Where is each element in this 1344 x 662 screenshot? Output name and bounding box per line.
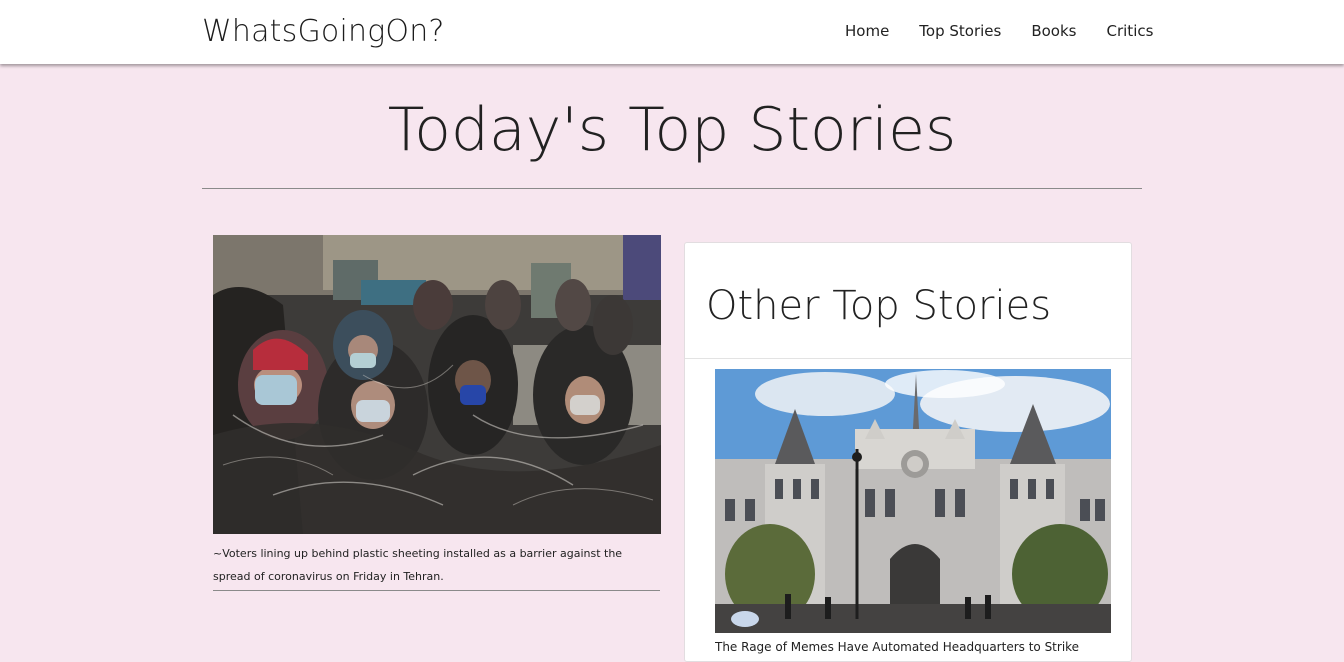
nav-link-home[interactable]: Home xyxy=(845,22,889,40)
nav-links: Home Top Stories Books Critics xyxy=(845,22,1153,40)
side-story-photo[interactable] xyxy=(715,369,1111,633)
caption-divider xyxy=(213,590,660,591)
brand-logo-link[interactable]: WhatsGoingOn? xyxy=(202,14,445,49)
main-story-caption: ~Voters lining up behind plastic sheetin… xyxy=(213,547,623,583)
voters-photo-illustration xyxy=(213,235,661,534)
page-title: Today's Top Stories xyxy=(387,95,957,165)
main-story-photo[interactable] xyxy=(213,235,661,534)
card-title: Other Top Stories xyxy=(706,283,1052,329)
courthouse-photo-illustration xyxy=(715,369,1111,633)
top-navbar: WhatsGoingOn? Home Top Stories Books Cri… xyxy=(0,0,1344,64)
nav-link-books[interactable]: Books xyxy=(1031,22,1076,40)
side-story-caption: The Rage of Memes Have Automated Headqua… xyxy=(715,640,1080,654)
card-header: Other Top Stories xyxy=(685,243,1131,359)
nav-link-top-stories[interactable]: Top Stories xyxy=(919,22,1001,40)
nav-link-critics[interactable]: Critics xyxy=(1107,22,1154,40)
title-divider xyxy=(202,188,1142,189)
other-stories-card: Other Top Stories The Rage of Memes Have… xyxy=(684,242,1132,662)
